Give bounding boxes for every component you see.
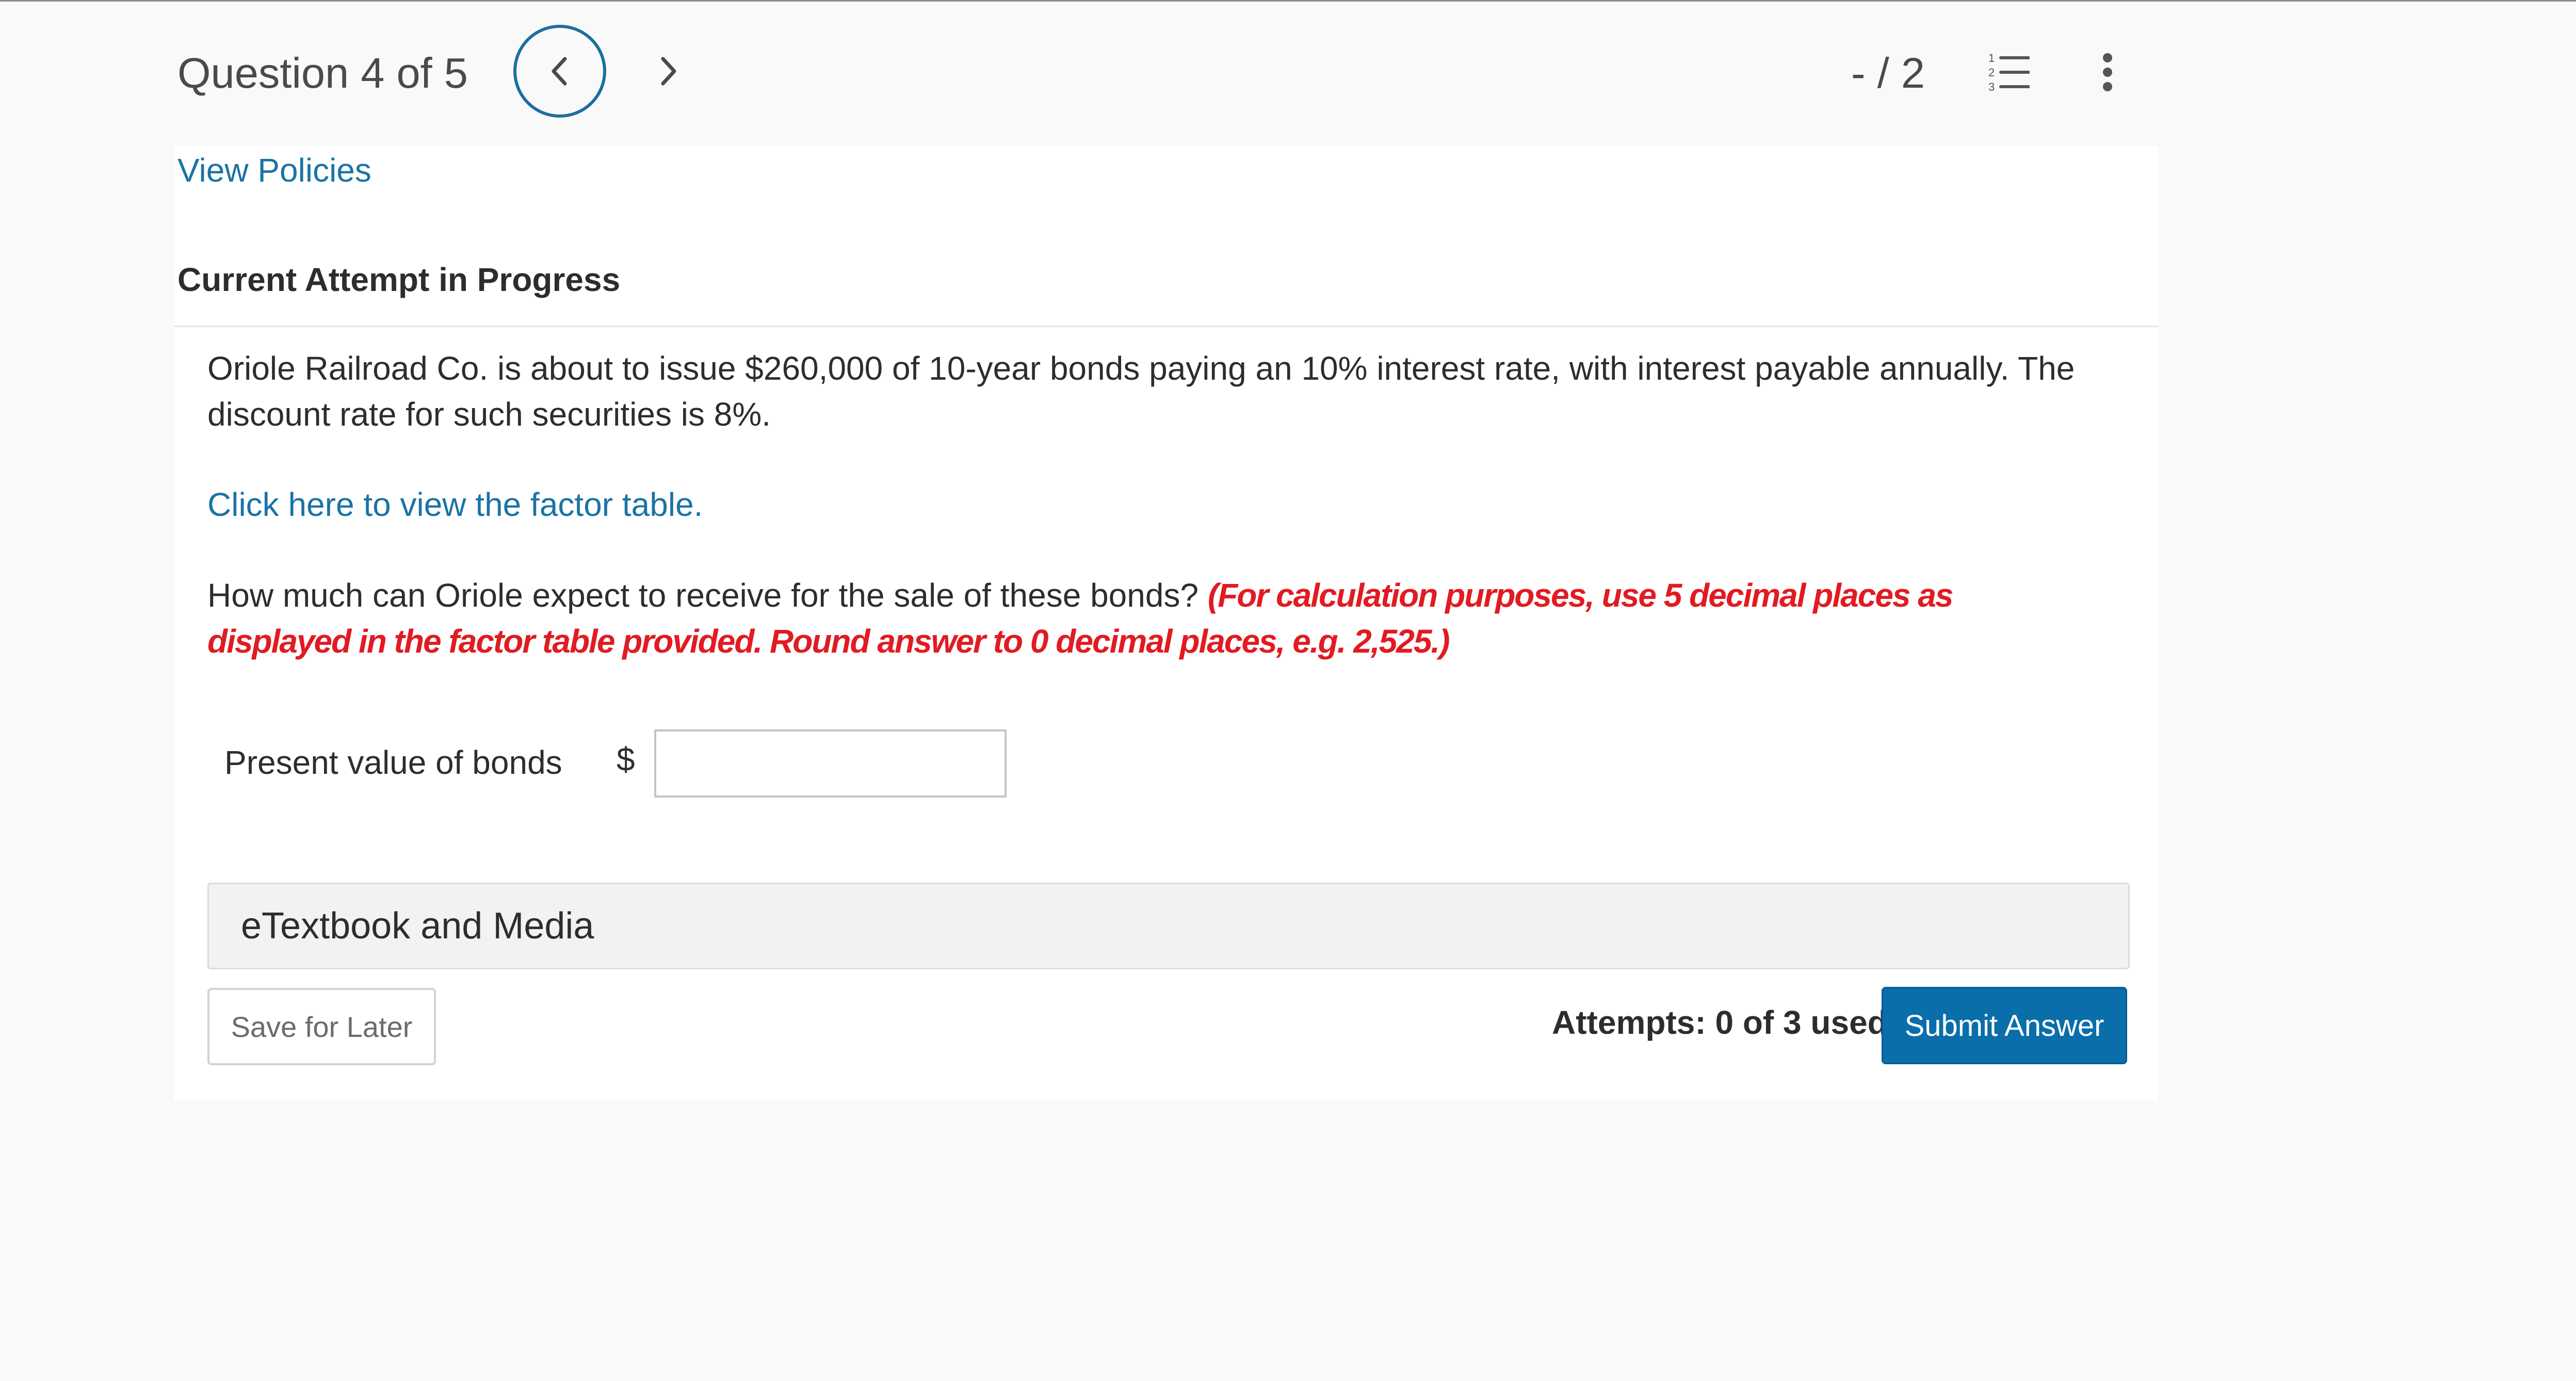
numbered-list-icon: 1 2 3	[1988, 52, 2030, 93]
present-value-input[interactable]	[654, 729, 1007, 798]
save-for-later-button[interactable]: Save for Later	[207, 988, 436, 1065]
currency-symbol: $	[617, 741, 635, 778]
question-prompt: How much can Oriole expect to receive fo…	[207, 573, 2085, 664]
attempt-heading: Current Attempt in Progress	[177, 261, 621, 298]
question-list-button[interactable]: 1 2 3	[1987, 52, 2030, 93]
view-policies-link[interactable]: View Policies	[177, 150, 371, 191]
attempts-counter: Attempts: 0 of 3 used	[1552, 1004, 1888, 1041]
factor-table-link[interactable]: Click here to view the factor table.	[207, 484, 703, 525]
vertical-ellipsis-icon	[2103, 53, 2112, 91]
chevron-right-icon	[661, 57, 676, 86]
etextbook-media-label: eTextbook and Media	[241, 905, 594, 947]
submit-answer-button[interactable]: Submit Answer	[1882, 987, 2127, 1064]
chevron-left-icon	[552, 57, 567, 86]
more-options-button[interactable]	[2095, 52, 2120, 93]
previous-question-button[interactable]	[513, 25, 606, 118]
prompt-text: How much can Oriole expect to receive fo…	[207, 577, 1199, 614]
svg-text:3: 3	[1988, 80, 1995, 92]
next-question-button[interactable]	[647, 51, 689, 92]
present-value-label: Present value of bonds	[224, 744, 562, 781]
question-counter: Question 4 of 5	[177, 49, 468, 97]
svg-text:1: 1	[1988, 53, 1995, 64]
etextbook-media-panel[interactable]: eTextbook and Media	[207, 883, 2130, 969]
score-display: - / 2	[1851, 49, 1925, 97]
divider	[174, 326, 2158, 327]
svg-text:2: 2	[1988, 66, 1995, 79]
top-border	[0, 0, 2576, 2]
question-text: Oriole Railroad Co. is about to issue $2…	[207, 350, 2075, 433]
